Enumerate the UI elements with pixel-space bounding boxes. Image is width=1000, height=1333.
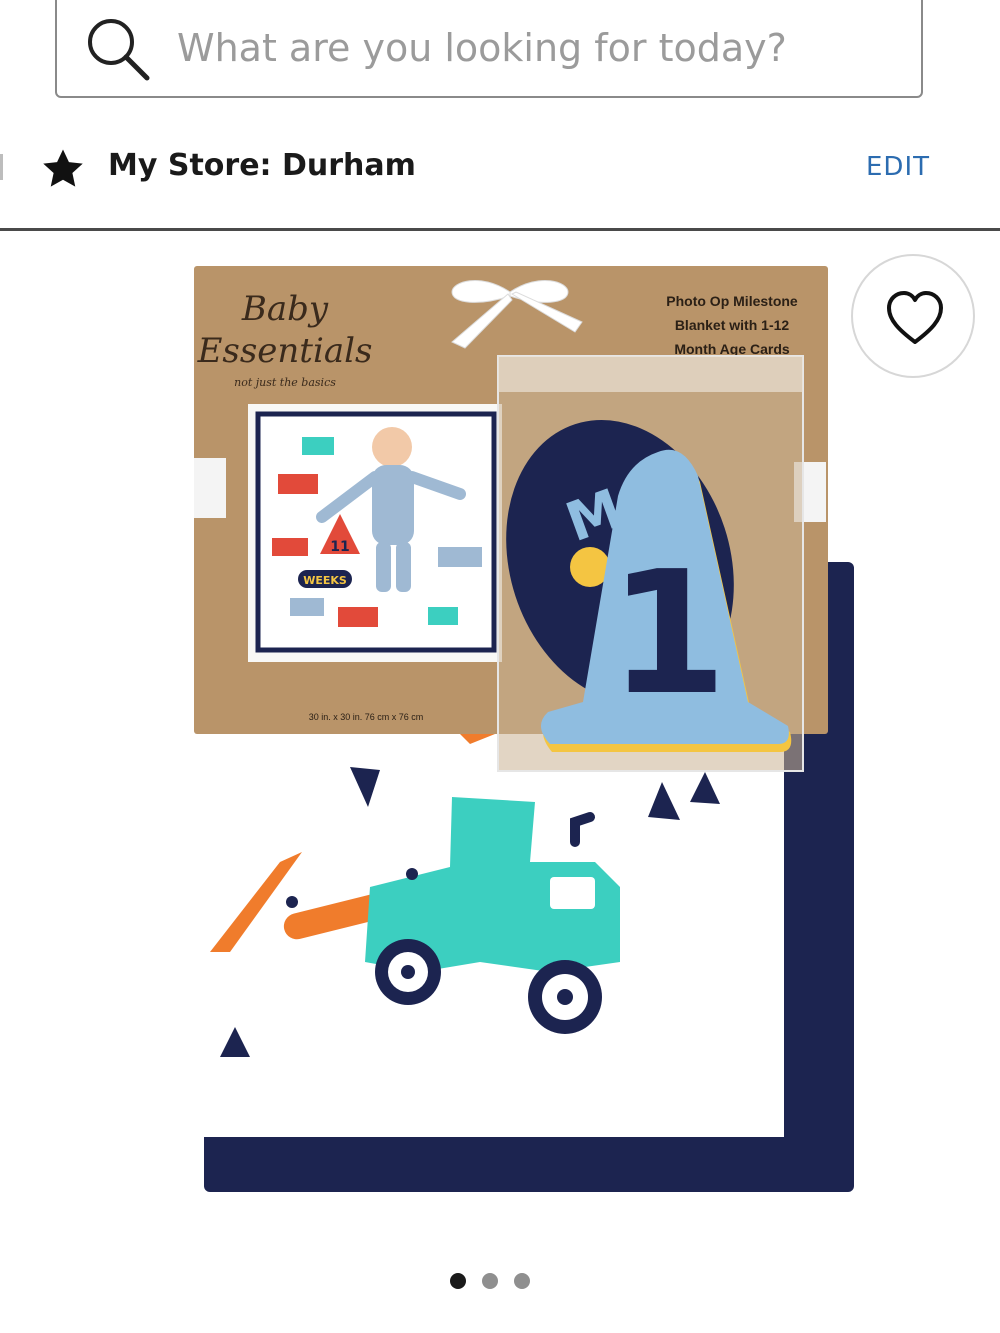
strap-left — [194, 458, 226, 518]
size-text: 30 in. x 30 in. 76 cm x 76 cm — [309, 712, 424, 722]
edit-store-link[interactable]: EDIT — [866, 152, 930, 182]
package-title-line: Blanket with 1-12 — [675, 317, 790, 333]
wishlist-button[interactable] — [851, 254, 975, 378]
carousel-dots — [450, 1273, 540, 1291]
bag-seal — [498, 356, 803, 392]
photo-badge-number: 11 — [330, 539, 349, 555]
search-icon[interactable] — [83, 14, 153, 84]
carousel-dot-2[interactable] — [482, 1273, 498, 1289]
card-number: 1 — [609, 535, 727, 733]
star-icon — [43, 149, 83, 187]
carousel-dot-3[interactable] — [514, 1273, 530, 1289]
package-title-line: Month Age Cards — [674, 341, 790, 357]
search-bar — [55, 0, 923, 98]
my-store-bar: My Store: Durham EDIT — [0, 130, 1000, 228]
package-title-line: Photo Op Milestone — [666, 293, 798, 309]
package-title: Photo Op Milestone Blanket with 1-12 Mon… — [666, 293, 798, 357]
package-photo: 11 WEEKS — [248, 404, 502, 662]
carousel-dot-1[interactable] — [450, 1273, 466, 1289]
section-divider — [0, 228, 1000, 231]
svg-text:Essentials: Essentials — [197, 331, 373, 371]
product-image[interactable]: Baby Essentials not just the basics Phot… — [190, 262, 860, 1200]
divider-tick — [0, 154, 3, 180]
svg-text:Baby: Baby — [241, 289, 329, 329]
heart-icon — [887, 291, 943, 344]
svg-text:not just the basics: not just the basics — [234, 376, 336, 389]
search-input[interactable] — [175, 16, 899, 80]
photo-badge-text: WEEKS — [303, 574, 347, 587]
store-label: My Store: Durham — [108, 148, 416, 183]
